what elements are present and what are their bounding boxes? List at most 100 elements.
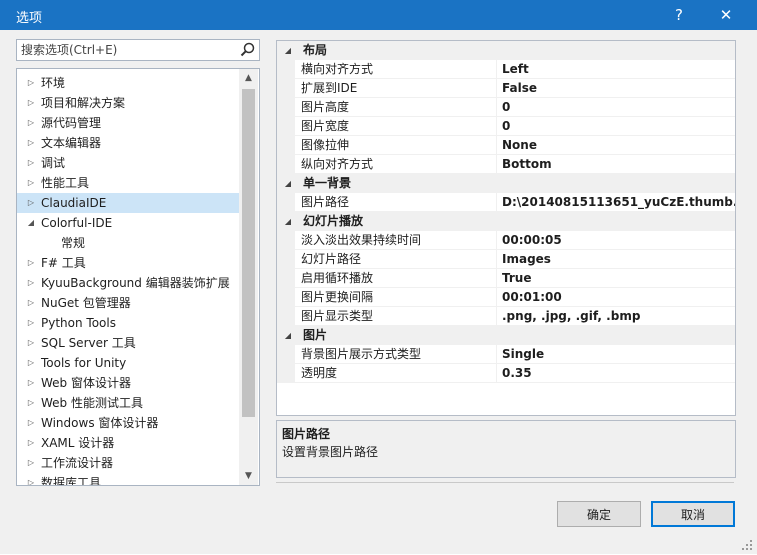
property-value[interactable]: Left [496,60,735,79]
property-row[interactable]: 图片更换间隔 00:01:00 [277,288,735,307]
property-category[interactable]: ◢ 幻灯片播放 [277,212,735,231]
property-name: 图片显示类型 [295,307,502,326]
help-button[interactable]: ? [658,0,700,30]
expanded-arrow-icon[interactable]: ◢ [25,213,37,233]
collapsed-arrow-icon[interactable]: ▷ [25,353,37,373]
tree-item[interactable]: 常规 [17,233,239,253]
property-row[interactable]: 纵向对齐方式 Bottom [277,155,735,174]
tree-item[interactable]: ▷ Tools for Unity [17,353,239,373]
property-name: 启用循环播放 [295,269,502,288]
tree-item[interactable]: ▷ 项目和解决方案 [17,93,239,113]
tree-item[interactable]: ▷ NuGet 包管理器 [17,293,239,313]
property-row[interactable]: 图片宽度 0 [277,117,735,136]
cancel-button[interactable]: 取消 [651,501,735,527]
tree-item-label: Web 性能测试工具 [41,396,143,410]
collapsed-arrow-icon[interactable]: ▷ [25,473,37,485]
tree-item[interactable]: ▷ 源代码管理 [17,113,239,133]
row-margin [277,98,295,117]
collapsed-arrow-icon[interactable]: ▷ [25,333,37,353]
tree-item[interactable]: ▷ XAML 设计器 [17,433,239,453]
property-category[interactable]: ◢ 单一背景 [277,174,735,193]
close-button[interactable]: ✕ [705,0,747,30]
collapsed-arrow-icon[interactable]: ▷ [25,293,37,313]
tree-scrollbar[interactable]: ▲ ▼ [239,69,258,485]
property-row[interactable]: 幻灯片路径 Images [277,250,735,269]
property-row[interactable]: 透明度 0.35 [277,364,735,383]
property-category[interactable]: ◢ 布局 [277,41,735,60]
resize-grip-icon[interactable] [742,540,754,552]
property-row[interactable]: 图片高度 0 [277,98,735,117]
property-row[interactable]: 横向对齐方式 Left [277,60,735,79]
collapsed-arrow-icon[interactable]: ▷ [25,273,37,293]
search-input[interactable] [17,40,239,60]
scroll-down-arrow-icon[interactable]: ▼ [239,467,258,485]
expanded-arrow-icon[interactable]: ◢ [281,41,295,60]
collapsed-arrow-icon[interactable]: ▷ [25,413,37,433]
tree-item-label: 性能工具 [41,176,90,190]
property-row[interactable]: 背景图片展示方式类型 Single [277,345,735,364]
property-category[interactable]: ◢ 图片 [277,326,735,345]
property-value[interactable]: 0 [496,98,735,117]
property-value[interactable]: Single [496,345,735,364]
scroll-up-arrow-icon[interactable]: ▲ [239,69,258,87]
expanded-arrow-icon[interactable]: ◢ [281,212,295,231]
property-value[interactable]: None [496,136,735,155]
expanded-arrow-icon[interactable]: ◢ [281,326,295,345]
property-value[interactable]: False [496,79,735,98]
property-value[interactable]: 00:00:05 [496,231,735,250]
tree-item[interactable]: ▷ ClaudiaIDE [17,193,239,213]
property-value[interactable]: Bottom [496,155,735,174]
tree-item[interactable]: ▷ 数据库工具 [17,473,239,485]
options-dialog: 选项 ? ✕ ▷ 环境 ▷ 项目和解决方案 ▷ 源代码管理 ▷ 文本编辑器 ▷ 调试 ▷ 性能工具 ▷ C… [0,0,757,554]
collapsed-arrow-icon[interactable]: ▷ [25,453,37,473]
collapsed-arrow-icon[interactable]: ▷ [25,133,37,153]
property-value[interactable]: .png, .jpg, .gif, .bmp [496,307,735,326]
tree-item[interactable]: ▷ 文本编辑器 [17,133,239,153]
description-panel: 图片路径 设置背景图片路径 [276,420,736,478]
property-row[interactable]: 淡入淡出效果持续时间 00:00:05 [277,231,735,250]
row-margin [277,345,295,364]
collapsed-arrow-icon[interactable]: ▷ [25,373,37,393]
tree-item[interactable]: ▷ 性能工具 [17,173,239,193]
property-row[interactable]: 扩展到IDE False [277,79,735,98]
tree-item[interactable]: ▷ F# 工具 [17,253,239,273]
tree-item[interactable]: ▷ 环境 [17,73,239,93]
options-tree: ▷ 环境 ▷ 项目和解决方案 ▷ 源代码管理 ▷ 文本编辑器 ▷ 调试 ▷ 性能工具 ▷ ClaudiaI… [16,68,260,486]
search-icon[interactable] [239,40,257,60]
tree-item[interactable]: ▷ 工作流设计器 [17,453,239,473]
tree-item[interactable]: ▷ Windows 窗体设计器 [17,413,239,433]
collapsed-arrow-icon[interactable]: ▷ [25,93,37,113]
collapsed-arrow-icon[interactable]: ▷ [25,433,37,453]
property-value[interactable]: D:\20140815113651_yuCzE.thumb.700_0 [496,193,735,212]
property-value[interactable]: True [496,269,735,288]
collapsed-arrow-icon[interactable]: ▷ [25,393,37,413]
tree-item[interactable]: ▷ KyuuBackground 编辑器装饰扩展 [17,273,239,293]
property-row[interactable]: 图片路径D:\20140815113651_yuCzE.thumb.700_0 [277,193,735,212]
tree-item[interactable]: ▷ 调试 [17,153,239,173]
collapsed-arrow-icon[interactable]: ▷ [25,153,37,173]
tree-item[interactable]: ◢ Colorful-IDE [17,213,239,233]
tree-item[interactable]: ▷ Python Tools [17,313,239,333]
property-value[interactable]: 0 [496,117,735,136]
property-row[interactable]: 启用循环播放 True [277,269,735,288]
scroll-thumb[interactable] [242,89,255,417]
tree-item[interactable]: ▷ SQL Server 工具 [17,333,239,353]
property-value[interactable]: 0.35 [496,364,735,383]
collapsed-arrow-icon[interactable]: ▷ [25,113,37,133]
tree-item[interactable]: ▷ Web 性能测试工具 [17,393,239,413]
property-row[interactable]: 图片显示类型 .png, .jpg, .gif, .bmp [277,307,735,326]
ok-button[interactable]: 确定 [557,501,641,527]
collapsed-arrow-icon[interactable]: ▷ [25,253,37,273]
property-value[interactable]: Images [496,250,735,269]
collapsed-arrow-icon[interactable]: ▷ [25,73,37,93]
row-margin [277,231,295,250]
property-name: 淡入淡出效果持续时间 [295,231,502,250]
property-row[interactable]: 图像拉伸 None [277,136,735,155]
collapsed-arrow-icon[interactable]: ▷ [25,313,37,333]
description-text: 设置背景图片路径 [282,445,379,459]
collapsed-arrow-icon[interactable]: ▷ [25,193,37,213]
collapsed-arrow-icon[interactable]: ▷ [25,173,37,193]
expanded-arrow-icon[interactable]: ◢ [281,174,295,193]
property-value[interactable]: 00:01:00 [496,288,735,307]
tree-item[interactable]: ▷ Web 窗体设计器 [17,373,239,393]
